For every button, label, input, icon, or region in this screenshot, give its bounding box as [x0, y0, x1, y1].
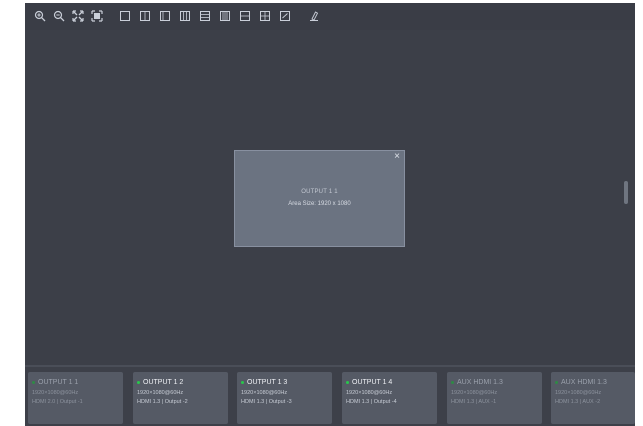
- output-port: HDMI 1.3 | Output -2: [137, 399, 188, 405]
- layout-canvas[interactable]: × OUTPUT 1 1 Area Size: 1920 x 1080: [25, 30, 635, 386]
- output-card[interactable]: AUX HDMI 1.3 1920×1080@60Hz HDMI 1.3 | A…: [447, 372, 542, 424]
- output-title: OUTPUT 1 2: [143, 378, 184, 386]
- output-resolution: 1920×1080@60Hz: [241, 390, 288, 396]
- clear-layout-icon[interactable]: [307, 9, 321, 23]
- output-title: OUTPUT 1 4: [352, 378, 393, 386]
- status-dot-icon: [137, 380, 140, 384]
- vertical-scrollbar[interactable]: [624, 181, 628, 204]
- output-title: OUTPUT 1 3: [247, 378, 288, 386]
- output-resolution: 1920×1080@60Hz: [32, 390, 79, 396]
- output-title: AUX HDMI 1.3: [561, 378, 607, 386]
- status-dot-icon: [32, 380, 35, 384]
- output-card[interactable]: OUTPUT 1 3 1920×1080@60Hz HDMI 1.3 | Out…: [237, 372, 332, 424]
- layout-three-column-icon[interactable]: [178, 9, 192, 23]
- output-port: HDMI 2.0 | Output -1: [32, 399, 83, 405]
- output-card[interactable]: OUTPUT 1 1 1920×1080@60Hz HDMI 2.0 | Out…: [28, 372, 123, 424]
- layout-split-vertical-icon[interactable]: [138, 9, 152, 23]
- layout-quad-icon[interactable]: [258, 9, 272, 23]
- output-resolution: 1920×1080@60Hz: [137, 390, 184, 396]
- toolbar: [25, 3, 635, 30]
- close-icon[interactable]: ×: [394, 152, 400, 162]
- zoom-in-icon[interactable]: [33, 9, 47, 23]
- output-resolution: 1920×1080@60Hz: [451, 390, 498, 396]
- layout-custom-icon[interactable]: [278, 9, 292, 23]
- layout-rows-icon[interactable]: [198, 9, 212, 23]
- zoom-out-icon[interactable]: [52, 9, 66, 23]
- output-resolution: 1920×1080@60Hz: [346, 390, 393, 396]
- app-window: × OUTPUT 1 1 Area Size: 1920 x 1080 OUTP…: [25, 3, 635, 426]
- status-dot-icon: [451, 380, 454, 384]
- output-resolution: 1920×1080@60Hz: [555, 390, 602, 396]
- fullscreen-icon[interactable]: [90, 9, 104, 23]
- status-dot-icon: [555, 380, 558, 384]
- output-card[interactable]: OUTPUT 1 4 1920×1080@60Hz HDMI 1.3 | Out…: [342, 372, 437, 424]
- layout-single-icon[interactable]: [118, 9, 132, 23]
- output-window[interactable]: × OUTPUT 1 1 Area Size: 1920 x 1080: [234, 150, 405, 247]
- output-title: OUTPUT 1 1: [38, 378, 79, 386]
- output-title: AUX HDMI 1.3: [457, 378, 503, 386]
- layout-split-left-icon[interactable]: [158, 9, 172, 23]
- output-port: HDMI 1.3 | AUX -1: [451, 399, 497, 405]
- window-area-size: Area Size: 1920 x 1080: [288, 201, 351, 207]
- status-dot-icon: [346, 380, 349, 384]
- fit-to-screen-icon[interactable]: [71, 9, 85, 23]
- output-port: HDMI 1.3 | Output -4: [346, 399, 397, 405]
- layout-columns-icon[interactable]: [218, 9, 232, 23]
- layout-split-horizontal-icon[interactable]: [238, 9, 252, 23]
- output-card[interactable]: OUTPUT 1 2 1920×1080@60Hz HDMI 1.3 | Out…: [133, 372, 228, 424]
- window-title: OUTPUT 1 1: [301, 189, 338, 195]
- output-card[interactable]: AUX HDMI 1.3 1920×1080@60Hz HDMI 1.3 | A…: [551, 372, 635, 424]
- output-list: OUTPUT 1 1 1920×1080@60Hz HDMI 2.0 | Out…: [25, 367, 635, 426]
- output-port: HDMI 1.3 | Output -3: [241, 399, 292, 405]
- status-dot-icon: [241, 380, 244, 384]
- output-port: HDMI 1.3 | AUX -2: [555, 399, 601, 405]
